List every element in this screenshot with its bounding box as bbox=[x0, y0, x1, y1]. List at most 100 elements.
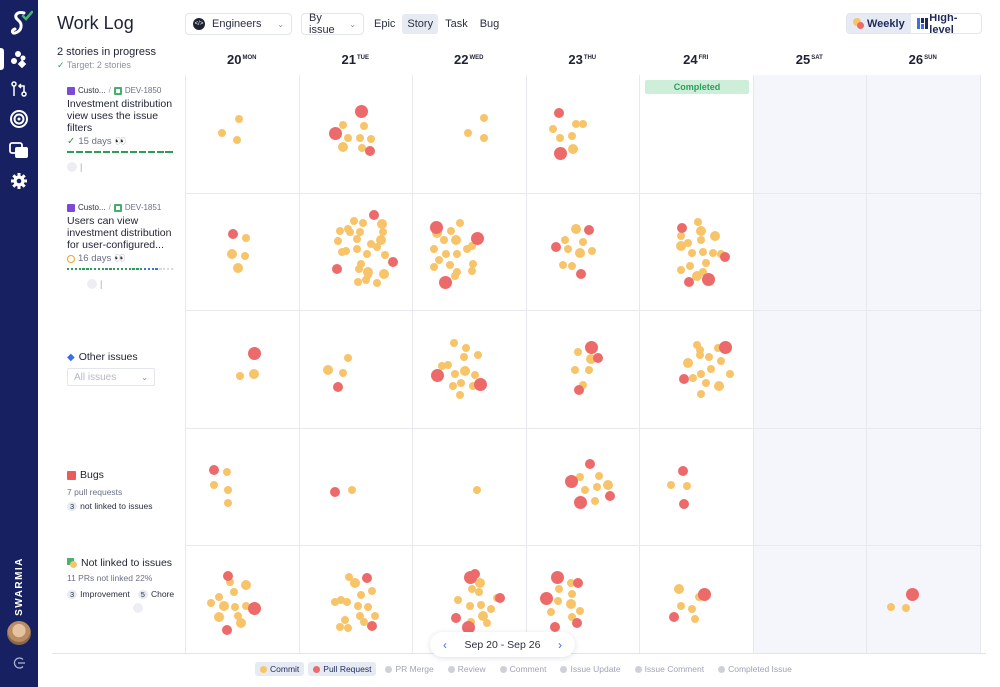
commit-dot[interactable] bbox=[688, 374, 697, 383]
pull-request-dot[interactable] bbox=[430, 368, 444, 382]
commit-dot[interactable] bbox=[223, 499, 232, 507]
commit-dot[interactable] bbox=[445, 260, 454, 269]
tab-task[interactable]: Task bbox=[440, 14, 473, 34]
commit-dot[interactable] bbox=[430, 245, 439, 254]
commit-dot[interactable] bbox=[223, 486, 232, 495]
pull-request-dot[interactable] bbox=[247, 601, 261, 615]
commit-dot[interactable] bbox=[677, 265, 686, 274]
commit-dot[interactable] bbox=[323, 364, 334, 375]
commit-dot[interactable] bbox=[725, 370, 734, 379]
tab-bug[interactable]: Bug bbox=[475, 14, 505, 34]
commit-dot[interactable] bbox=[218, 601, 229, 612]
group-by-select[interactable]: By issue ⌄ bbox=[301, 12, 364, 36]
commit-dot[interactable] bbox=[354, 277, 363, 286]
issue-title[interactable]: Users can view investment distribution f… bbox=[67, 215, 177, 251]
pull-request-dot[interactable] bbox=[429, 221, 443, 235]
commit-dot[interactable] bbox=[696, 369, 705, 378]
commit-dot[interactable] bbox=[464, 128, 473, 137]
commit-dot[interactable] bbox=[699, 248, 708, 257]
commit-dot[interactable] bbox=[242, 233, 251, 242]
commit-dot[interactable] bbox=[364, 603, 373, 612]
pull-request-dot[interactable] bbox=[550, 622, 561, 633]
issue-title[interactable]: Investment distribution view uses the is… bbox=[67, 98, 177, 134]
commit-dot[interactable] bbox=[559, 260, 568, 269]
commit-dot[interactable] bbox=[683, 357, 694, 368]
commit-dot[interactable] bbox=[549, 125, 558, 134]
commit-dot[interactable] bbox=[573, 348, 582, 357]
commit-dot[interactable] bbox=[455, 391, 464, 400]
commit-dot[interactable] bbox=[472, 485, 481, 494]
commit-dot[interactable] bbox=[214, 612, 224, 623]
commit-dot[interactable] bbox=[338, 368, 347, 377]
commit-dot[interactable] bbox=[341, 615, 350, 624]
commit-dot[interactable] bbox=[450, 370, 459, 378]
commit-dot[interactable] bbox=[677, 232, 686, 241]
commit-dot[interactable] bbox=[453, 596, 462, 605]
pull-request-dot[interactable] bbox=[439, 276, 453, 290]
pull-request-dot[interactable] bbox=[550, 242, 561, 253]
commit-dot[interactable] bbox=[343, 624, 352, 633]
commit-dot[interactable] bbox=[451, 272, 460, 281]
commit-dot[interactable] bbox=[688, 604, 697, 613]
team-select[interactable]: </> Engineers ⌄ bbox=[185, 13, 292, 35]
pull-request-dot[interactable] bbox=[676, 223, 687, 234]
issue-key[interactable]: DEV-1850 bbox=[125, 86, 161, 95]
commit-dot[interactable] bbox=[695, 225, 706, 236]
commit-dot[interactable] bbox=[240, 580, 251, 591]
pull-request-dot[interactable] bbox=[554, 107, 565, 118]
pull-request-dot[interactable] bbox=[719, 251, 730, 262]
commit-dot[interactable] bbox=[561, 236, 570, 245]
pull-request-dot[interactable] bbox=[540, 591, 554, 605]
commit-dot[interactable] bbox=[236, 372, 245, 381]
user-avatar[interactable] bbox=[7, 621, 31, 645]
commit-dot[interactable] bbox=[218, 128, 227, 137]
commit-dot[interactable] bbox=[592, 483, 601, 492]
commit-dot[interactable] bbox=[455, 219, 464, 228]
commit-dot[interactable] bbox=[344, 133, 353, 142]
commit-dot[interactable] bbox=[554, 585, 563, 594]
commit-dot[interactable] bbox=[692, 340, 701, 349]
commit-dot[interactable] bbox=[687, 249, 696, 258]
commit-dot[interactable] bbox=[356, 590, 365, 599]
commit-dot[interactable] bbox=[575, 248, 586, 259]
pull-request-dot[interactable] bbox=[247, 346, 261, 360]
commit-dot[interactable] bbox=[230, 587, 239, 596]
commit-dot[interactable] bbox=[335, 227, 344, 236]
commit-dot[interactable] bbox=[568, 143, 579, 154]
commit-dot[interactable] bbox=[333, 237, 342, 246]
commit-dot[interactable] bbox=[462, 344, 471, 353]
commit-dot[interactable] bbox=[594, 472, 603, 481]
commit-dot[interactable] bbox=[452, 249, 461, 258]
pull-request-dot[interactable] bbox=[905, 587, 919, 601]
commit-dot[interactable] bbox=[590, 497, 599, 506]
commit-dot[interactable] bbox=[440, 235, 449, 244]
commit-dot[interactable] bbox=[568, 132, 577, 141]
commit-dot[interactable] bbox=[337, 247, 346, 256]
logout-icon[interactable] bbox=[12, 656, 26, 670]
sidebar-item-focus[interactable] bbox=[0, 106, 38, 132]
commit-dot[interactable] bbox=[709, 231, 720, 242]
legend-comment[interactable]: Comment bbox=[495, 662, 552, 676]
commit-dot[interactable] bbox=[713, 381, 724, 392]
commit-dot[interactable] bbox=[474, 351, 483, 360]
pull-request-dot[interactable] bbox=[575, 269, 586, 280]
commit-dot[interactable] bbox=[209, 481, 218, 490]
commit-dot[interactable] bbox=[235, 114, 244, 123]
pull-request-dot[interactable] bbox=[679, 373, 690, 384]
commit-dot[interactable] bbox=[236, 618, 247, 628]
commit-dot[interactable] bbox=[373, 278, 382, 287]
commit-dot[interactable] bbox=[354, 601, 363, 610]
commit-dot[interactable] bbox=[355, 133, 364, 142]
next-week-button[interactable]: › bbox=[558, 638, 562, 652]
commit-dot[interactable] bbox=[674, 584, 685, 595]
commit-dot[interactable] bbox=[232, 263, 243, 274]
commit-dot[interactable] bbox=[460, 365, 471, 376]
commit-dot[interactable] bbox=[362, 276, 371, 285]
pull-request-dot[interactable] bbox=[701, 272, 715, 286]
pull-request-dot[interactable] bbox=[697, 587, 711, 601]
commit-dot[interactable] bbox=[231, 602, 240, 611]
commit-dot[interactable] bbox=[602, 480, 613, 491]
issue-row-dev-1850[interactable]: Custo... / DEV-1850 Investment distribut… bbox=[67, 86, 177, 172]
previous-week-button[interactable]: ‹ bbox=[443, 638, 447, 652]
commit-dot[interactable] bbox=[459, 352, 468, 361]
